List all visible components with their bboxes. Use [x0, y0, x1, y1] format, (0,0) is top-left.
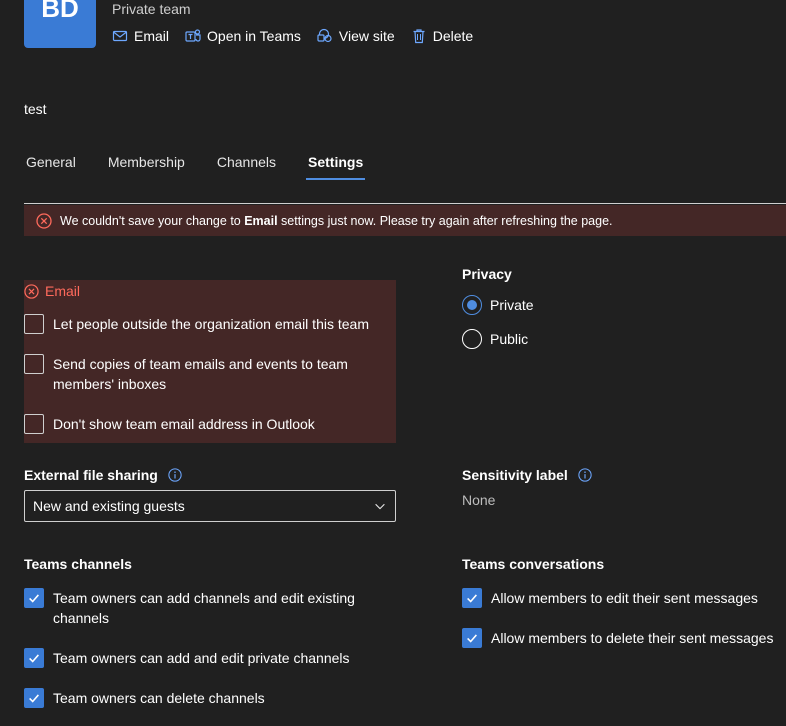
email-option-copies: Send copies of team emails and events to… — [24, 354, 364, 394]
email-copies-checkbox[interactable] — [24, 354, 44, 374]
privacy-title: Privacy — [462, 266, 512, 282]
error-message-prefix: We couldn't save your change to — [60, 213, 245, 228]
tab-divider — [24, 203, 786, 204]
view-site-button[interactable]: View site — [317, 28, 395, 44]
view-site-label: View site — [338, 28, 395, 44]
channels-delete-checkbox[interactable] — [24, 688, 44, 708]
email-section-title: Email — [24, 283, 80, 299]
checkmark-icon — [29, 594, 39, 603]
team-avatar: BD — [24, 0, 96, 48]
error-circle-icon — [36, 212, 52, 229]
email-option-outside: Let people outside the organization emai… — [24, 314, 384, 334]
privacy-public-radio[interactable] — [462, 329, 482, 349]
error-message: We couldn't save your change to Email se… — [60, 214, 613, 228]
header-actions: Email Open in Teams View site Delete — [112, 28, 473, 44]
error-message-bold: Email — [244, 213, 278, 228]
channels-option-add-edit: Team owners can add channels and edit ex… — [24, 588, 364, 628]
sensitivity-value: None — [462, 492, 496, 508]
open-in-teams-label: Open in Teams — [207, 28, 301, 44]
tab-settings[interactable]: Settings — [306, 150, 366, 180]
email-option-hide: Don't show team email address in Outlook — [24, 414, 384, 434]
external-sharing-dropdown[interactable]: New and existing guests — [24, 490, 396, 522]
email-outside-label: Let people outside the organization emai… — [53, 316, 369, 332]
channels-add-edit-label: Team owners can add channels and edit ex… — [53, 590, 355, 626]
channels-delete-label: Team owners can delete channels — [53, 690, 265, 706]
channels-add-edit-checkbox[interactable] — [24, 588, 44, 608]
email-outside-checkbox[interactable] — [24, 314, 44, 334]
tab-general[interactable]: General — [24, 150, 78, 180]
open-in-teams-button[interactable]: Open in Teams — [185, 28, 301, 44]
teams-channels-title: Teams channels — [24, 556, 132, 572]
team-description: test — [24, 101, 47, 117]
mail-icon — [112, 30, 128, 42]
conversations-delete-checkbox[interactable] — [462, 628, 482, 648]
privacy-private-label: Private — [490, 297, 534, 313]
error-message-suffix: settings just now. Please try again afte… — [277, 213, 613, 228]
email-copies-label: Send copies of team emails and events to… — [53, 356, 348, 392]
privacy-public-label: Public — [490, 331, 529, 347]
tab-bar: General Membership Channels Settings — [24, 150, 366, 180]
avatar-initials: BD — [41, 0, 79, 23]
checkmark-icon — [467, 594, 477, 603]
info-icon[interactable] — [168, 468, 182, 482]
channels-private-checkbox[interactable] — [24, 648, 44, 668]
tab-channels[interactable]: Channels — [215, 150, 278, 180]
privacy-private-radio[interactable] — [462, 295, 482, 315]
privacy-private-option[interactable]: Private — [462, 295, 534, 315]
tab-membership[interactable]: Membership — [106, 150, 187, 180]
delete-team-label: Delete — [432, 28, 474, 44]
sharepoint-icon — [317, 28, 332, 43]
conversations-delete-label: Allow members to delete their sent messa… — [491, 630, 774, 646]
sensitivity-title: Sensitivity label — [462, 467, 592, 483]
channels-option-private: Team owners can add and edit private cha… — [24, 648, 384, 668]
checkmark-icon — [467, 634, 477, 643]
email-title-label: Email — [45, 283, 81, 299]
info-icon[interactable] — [578, 468, 592, 482]
conversations-option-delete: Allow members to delete their sent messa… — [462, 628, 784, 648]
channels-private-label: Team owners can add and edit private cha… — [53, 650, 350, 666]
checkmark-icon — [29, 694, 39, 703]
chevron-down-icon — [375, 503, 385, 510]
email-hide-checkbox[interactable] — [24, 414, 44, 434]
conversations-edit-label: Allow members to edit their sent message… — [491, 590, 758, 606]
team-privacy-subtitle: Private team — [112, 1, 191, 17]
delete-team-button[interactable]: Delete — [411, 28, 473, 44]
checkmark-icon — [29, 654, 39, 663]
error-circle-icon — [24, 283, 39, 299]
email-action-button[interactable]: Email — [112, 28, 169, 44]
teams-icon — [185, 29, 201, 42]
external-sharing-title: External file sharing — [24, 467, 182, 483]
conversations-edit-checkbox[interactable] — [462, 588, 482, 608]
external-sharing-value: New and existing guests — [33, 498, 185, 514]
channels-option-delete: Team owners can delete channels — [24, 688, 384, 708]
error-banner: We couldn't save your change to Email se… — [24, 205, 786, 236]
email-action-label: Email — [134, 28, 170, 44]
conversations-option-edit: Allow members to edit their sent message… — [462, 588, 784, 608]
trash-icon — [413, 29, 425, 44]
email-hide-label: Don't show team email address in Outlook — [53, 416, 315, 432]
privacy-public-option[interactable]: Public — [462, 329, 528, 349]
teams-conversations-title: Teams conversations — [462, 556, 605, 572]
sensitivity-title-label: Sensitivity label — [462, 467, 568, 483]
external-sharing-title-label: External file sharing — [24, 467, 158, 483]
